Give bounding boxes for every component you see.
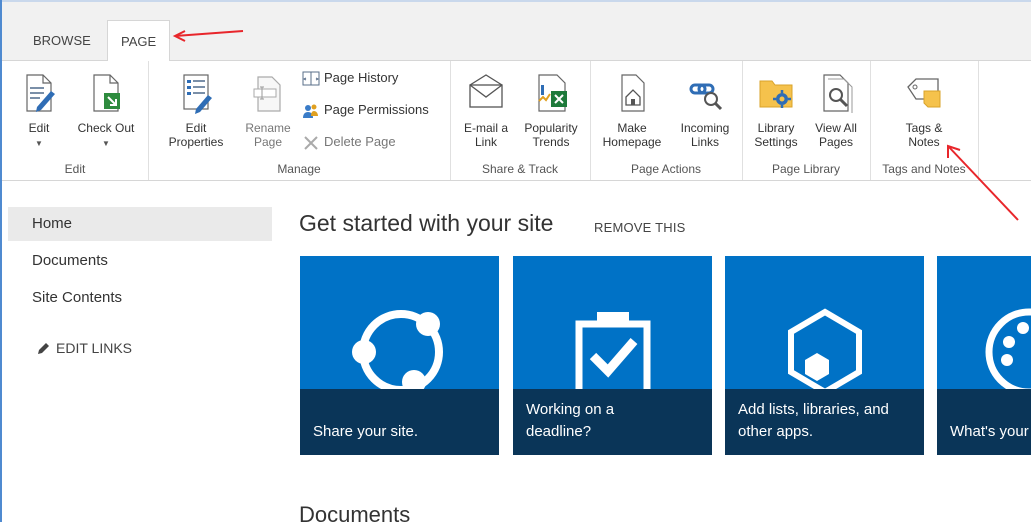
page-permissions-button[interactable]: Page Permissions: [302, 100, 429, 120]
delete-page-label: Delete Page: [324, 134, 396, 149]
edit-links-label: EDIT LINKS: [56, 340, 132, 356]
group-label-tags-notes: Tags and Notes: [882, 162, 966, 176]
library-settings-label: Library Settings: [754, 121, 798, 149]
nav-item-home[interactable]: Home: [8, 207, 272, 241]
email-link-button[interactable]: E-mail a Link: [456, 71, 516, 149]
documents-heading: Documents: [299, 502, 411, 527]
group-share-track: E-mail a Link Popularity Trends Share & …: [450, 61, 591, 180]
page-permissions-label: Page Permissions: [324, 102, 429, 117]
popularity-trends-label: Popularity Trends: [524, 121, 578, 149]
pencil-icon: [38, 343, 49, 355]
excel-chart-icon: [531, 71, 571, 115]
folder-gear-icon: [756, 71, 796, 115]
share-icon: [352, 310, 443, 394]
group-label-page-library: Page Library: [771, 162, 841, 176]
tile-caption: Share your site.: [313, 423, 419, 440]
view-all-pages-label: View All Pages: [815, 121, 857, 149]
tab-browse[interactable]: BROWSE: [20, 22, 104, 60]
home-page-icon: [612, 71, 652, 115]
tile-share-site[interactable]: Share your site.: [300, 256, 499, 455]
tile-caption: Add lists, libraries, and other apps.: [738, 401, 889, 440]
group-manage: Edit Properties Rename Page Page History…: [148, 61, 451, 180]
library-settings-button[interactable]: Library Settings: [748, 71, 804, 149]
edit-properties-icon: [176, 71, 216, 115]
edit-button-label: Edit: [28, 121, 50, 135]
ribbon-page: Edit ▼ Check Out ▼ Edit Edit Properties …: [2, 61, 1031, 181]
nav-item-site-contents[interactable]: Site Contents: [8, 281, 272, 315]
group-page-actions: Make Homepage Incoming Links Page Action…: [590, 61, 743, 180]
group-label-edit: Edit: [64, 162, 86, 176]
group-edit: Edit ▼ Check Out ▼ Edit: [2, 61, 149, 180]
make-homepage-button[interactable]: Make Homepage: [596, 71, 668, 149]
page-search-icon: [816, 71, 856, 115]
make-homepage-label: Make Homepage: [602, 121, 662, 149]
incoming-links-button[interactable]: Incoming Links: [672, 71, 738, 149]
check-out-label: Check Out: [77, 121, 135, 135]
hexagon-apps-icon: [788, 308, 862, 396]
rename-page-icon: [248, 71, 288, 115]
tag-note-icon: [904, 71, 944, 115]
delete-page-button[interactable]: Delete Page: [302, 132, 396, 152]
group-label-page-actions: Page Actions: [630, 162, 702, 176]
tags-notes-label: Tags & Notes: [905, 121, 943, 149]
page-history-label: Page History: [324, 70, 399, 85]
check-out-icon: [86, 71, 126, 115]
edit-properties-button[interactable]: Edit Properties: [156, 71, 236, 149]
group-label-manage: Manage: [277, 162, 321, 176]
edit-button[interactable]: Edit ▼: [16, 71, 62, 151]
page-history-icon: [302, 71, 320, 87]
chevron-down-icon: ▼: [102, 139, 110, 148]
group-label-share-track: Share & Track: [481, 162, 559, 176]
rename-page-label: Rename Page: [245, 121, 291, 149]
edit-properties-label: Edit Properties: [168, 121, 224, 149]
envelope-icon: [466, 71, 506, 115]
people-icon: [302, 103, 320, 119]
email-link-label: E-mail a Link: [463, 121, 508, 149]
rename-page-button[interactable]: Rename Page: [240, 71, 296, 149]
tile-deadline[interactable]: Working on a deadline?: [513, 256, 712, 455]
ribbon-tab-bar: BROWSE PAGE: [2, 2, 1031, 63]
close-icon: [302, 135, 320, 151]
tile-caption: Working on a deadline?: [526, 401, 615, 440]
link-search-icon: [685, 71, 725, 115]
edit-links-link[interactable]: EDIT LINKS: [36, 340, 132, 356]
view-all-pages-button[interactable]: View All Pages: [806, 71, 866, 149]
popularity-trends-button[interactable]: Popularity Trends: [518, 71, 584, 149]
nav-item-documents[interactable]: Documents: [8, 244, 272, 278]
group-tags-notes: Tags & Notes Tags and Notes: [870, 61, 979, 180]
check-out-button[interactable]: Check Out ▼: [70, 71, 142, 151]
palette-icon: [985, 308, 1031, 396]
get-started-title: Get started with your site: [299, 210, 554, 236]
tags-notes-button[interactable]: Tags & Notes: [890, 71, 958, 149]
incoming-links-label: Incoming Links: [680, 121, 730, 149]
tile-caption: What's your: [950, 423, 1029, 440]
remove-this-link[interactable]: REMOVE THIS: [594, 220, 686, 235]
tile-add-apps[interactable]: Add lists, libraries, and other apps.: [725, 256, 924, 455]
tile-whats-your[interactable]: What's your: [937, 256, 1031, 455]
chevron-down-icon: ▼: [35, 139, 43, 148]
clipboard-check-icon: [575, 312, 651, 396]
page-history-button[interactable]: Page History: [302, 68, 398, 88]
tab-page[interactable]: PAGE: [107, 20, 171, 63]
edit-page-icon: [19, 71, 59, 115]
group-page-library: Library Settings View All Pages Page Lib…: [742, 61, 871, 180]
